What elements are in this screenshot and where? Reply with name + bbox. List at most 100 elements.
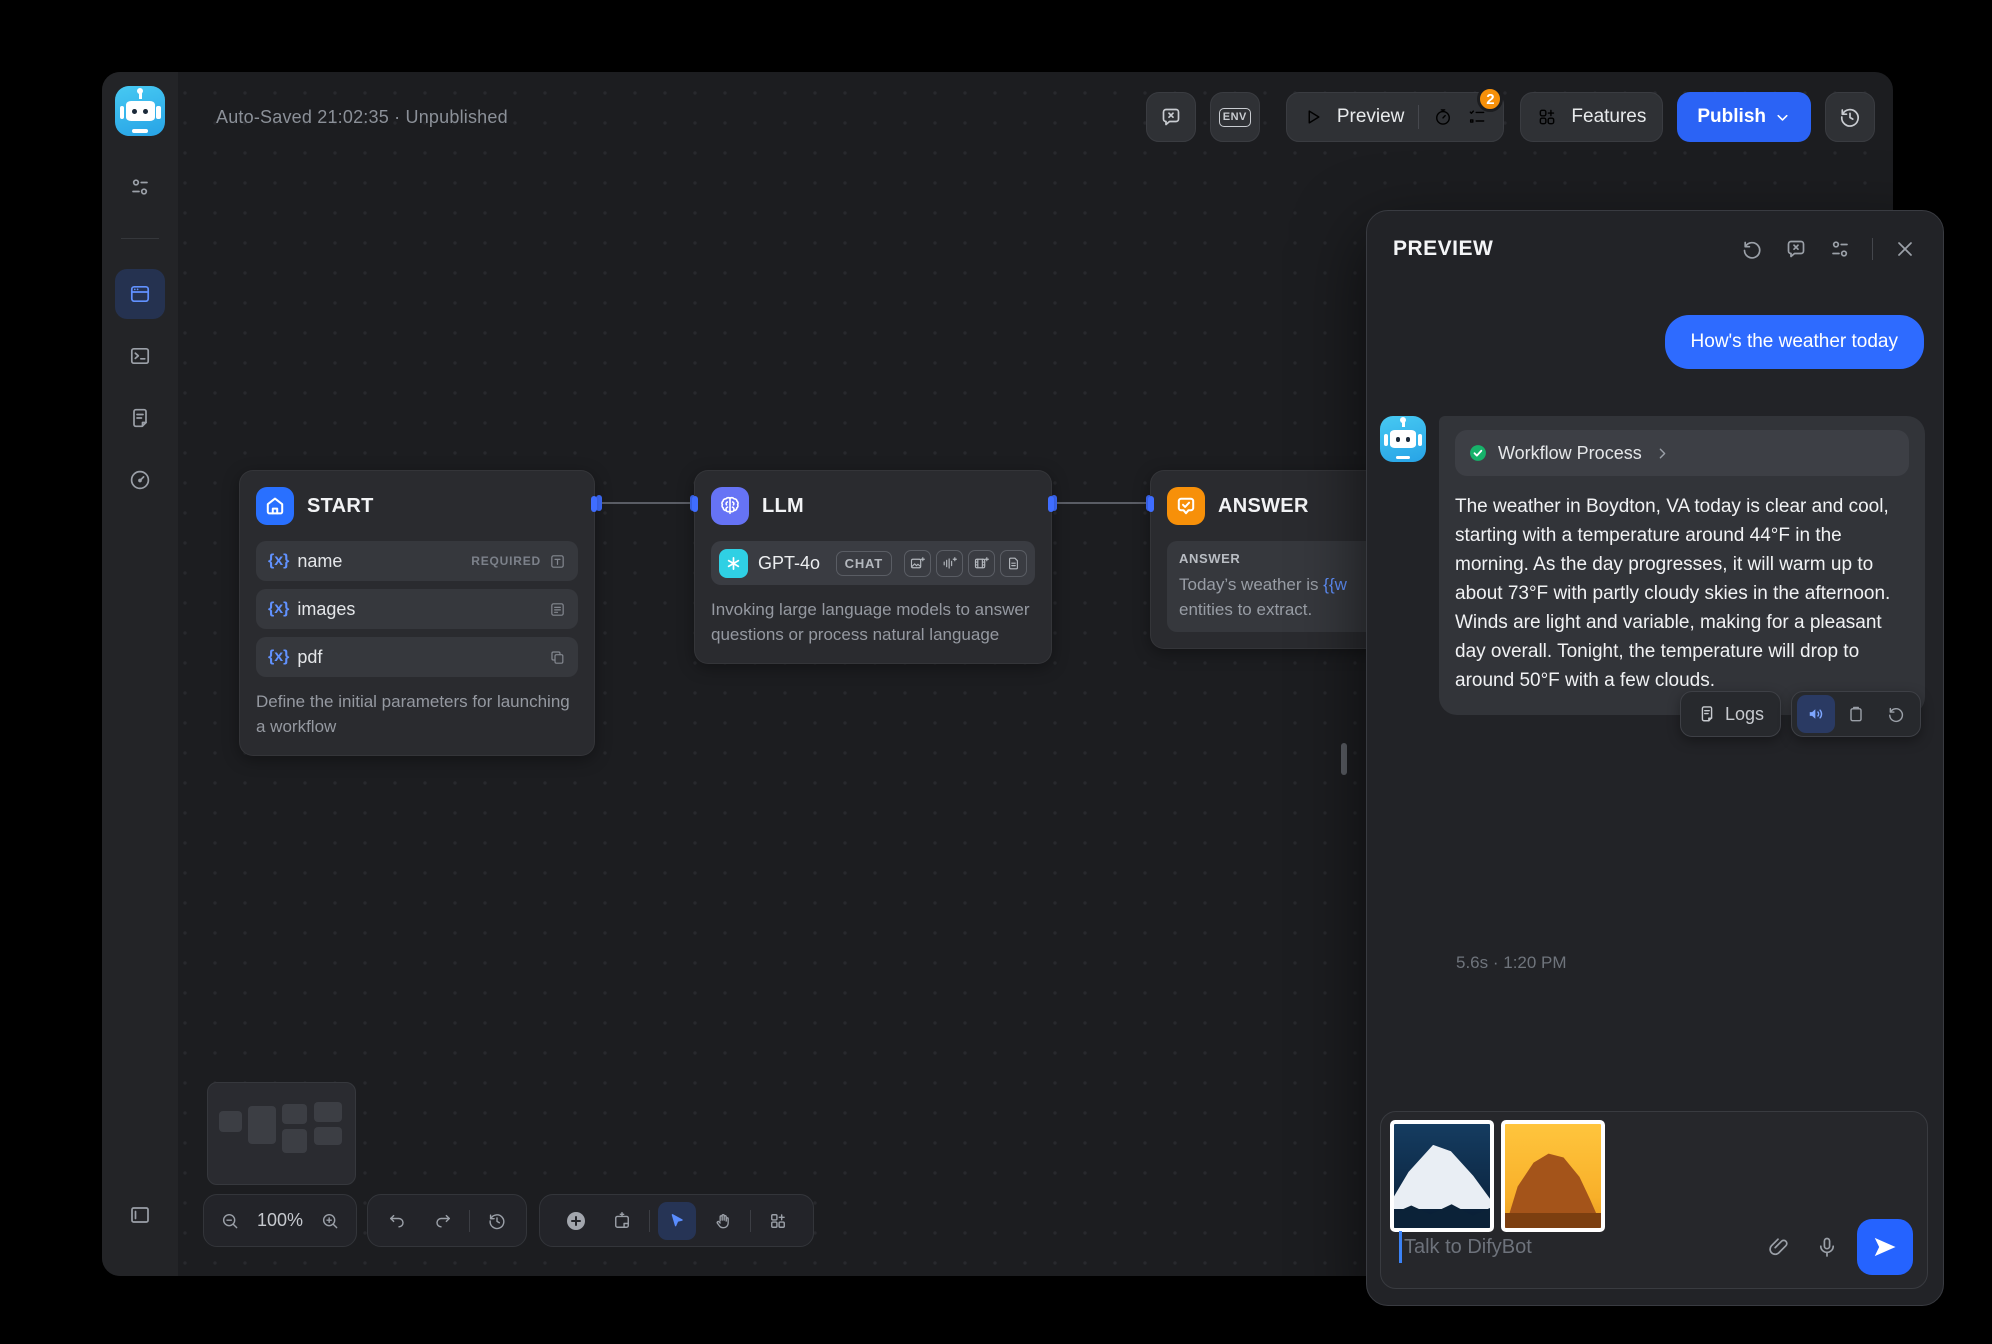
- top-bar: Auto-Saved 21:02:35 · Unpublished ENV Pr…: [196, 91, 1875, 143]
- difybot-logo-icon: [115, 86, 165, 136]
- attach-file-button[interactable]: [1767, 1235, 1791, 1259]
- attachment-image-sunset-mountain[interactable]: [1501, 1120, 1605, 1232]
- zoom-in-button[interactable]: [314, 1202, 346, 1240]
- annotation-button[interactable]: [1146, 92, 1196, 142]
- text-to-speech-button[interactable]: [1797, 695, 1835, 733]
- env-button[interactable]: ENV: [1210, 92, 1260, 142]
- microphone-button[interactable]: [1815, 1235, 1839, 1259]
- node-start[interactable]: START {x} name REQUIRED {x} images: [239, 470, 595, 756]
- vision-capability-icon: [904, 550, 931, 577]
- divider: [1418, 105, 1419, 129]
- change-history-button[interactable]: [478, 1202, 516, 1240]
- panel-resize-handle[interactable]: [1341, 743, 1347, 775]
- sliders-icon: [128, 175, 152, 199]
- chevron-right-icon: [1654, 445, 1671, 462]
- version-history-button[interactable]: [1825, 92, 1875, 142]
- edge-llm-answer: [1053, 502, 1150, 504]
- node-llm[interactable]: LLM GPT-4o CHAT: [694, 470, 1052, 664]
- node-description: Invoking large language models to answer…: [711, 597, 1035, 647]
- clear-chat-icon[interactable]: [1784, 237, 1808, 261]
- close-panel-icon[interactable]: [1893, 237, 1917, 261]
- sidebar-item-logs[interactable]: [115, 393, 165, 443]
- hand-mode-button[interactable]: [704, 1202, 742, 1240]
- chat-input-container: [1380, 1111, 1928, 1289]
- add-note-button[interactable]: [603, 1202, 641, 1240]
- checklist-button[interactable]: 2: [1467, 107, 1487, 127]
- zoom-out-button[interactable]: [214, 1202, 246, 1240]
- sidebar-item-api[interactable]: [115, 331, 165, 381]
- send-button[interactable]: [1857, 1219, 1913, 1275]
- node-title: LLM: [762, 495, 804, 518]
- video-capability-icon: [968, 550, 995, 577]
- message-actions: Logs: [1680, 691, 1921, 737]
- chat-mode-badge: CHAT: [836, 551, 892, 576]
- publish-button[interactable]: Publish: [1677, 92, 1811, 142]
- sidebar-item-orchestrate[interactable]: [115, 269, 165, 319]
- preview-panel-header: PREVIEW: [1367, 211, 1943, 279]
- env-icon: ENV: [1219, 108, 1251, 127]
- tools-toolbar: [539, 1194, 814, 1247]
- variable-icon: {x}: [268, 648, 289, 666]
- variable-icon: {x}: [268, 600, 289, 618]
- sidebar-item-monitoring[interactable]: [115, 455, 165, 505]
- logs-label: Logs: [1725, 704, 1764, 725]
- audio-capability-icon: [936, 550, 963, 577]
- success-check-icon: [1468, 443, 1488, 463]
- brain-icon: [711, 487, 749, 525]
- terminal-icon: [128, 344, 152, 368]
- start-field-name[interactable]: {x} name REQUIRED: [256, 541, 578, 581]
- attachment-image-night-mountain[interactable]: [1390, 1120, 1494, 1232]
- zoom-level[interactable]: 100%: [254, 1210, 306, 1231]
- sidebar-divider: [121, 238, 159, 239]
- node-title: START: [307, 495, 374, 518]
- source-handle[interactable]: [591, 496, 597, 512]
- run-history-timer-icon[interactable]: [1433, 107, 1453, 127]
- features-button[interactable]: Features: [1520, 92, 1663, 142]
- undo-button[interactable]: [378, 1202, 416, 1240]
- preview-title: PREVIEW: [1393, 237, 1493, 261]
- play-icon[interactable]: [1303, 107, 1323, 127]
- chevron-down-icon: [1774, 109, 1791, 126]
- node-llm-header: LLM: [711, 487, 1035, 525]
- chat-input-row: [1399, 1219, 1913, 1275]
- node-description: Define the initial parameters for launch…: [256, 689, 578, 739]
- chat-text-input[interactable]: [1404, 1236, 1767, 1259]
- zoom-toolbar: 100%: [203, 1194, 357, 1247]
- regenerate-button[interactable]: [1877, 695, 1915, 733]
- text-input-type-icon: [549, 553, 566, 570]
- restart-conversation-icon[interactable]: [1740, 237, 1764, 261]
- start-field-images[interactable]: {x} images: [256, 589, 578, 629]
- document-icon: [128, 406, 152, 430]
- source-handle[interactable]: [1048, 496, 1054, 512]
- chat-x-icon: [1159, 105, 1183, 129]
- field-label: pdf: [297, 647, 322, 668]
- copy-button[interactable]: [1837, 695, 1875, 733]
- user-message-bubble: How's the weather today: [1665, 315, 1924, 369]
- panel-settings-icon[interactable]: [1828, 237, 1852, 261]
- collapse-sidebar-button[interactable]: [115, 1190, 165, 1240]
- start-field-pdf[interactable]: {x} pdf: [256, 637, 578, 677]
- logs-icon: [1697, 704, 1717, 724]
- target-handle[interactable]: [1148, 496, 1154, 512]
- screen: Auto-Saved 21:02:35 · Unpublished ENV Pr…: [0, 0, 1992, 1344]
- logs-button[interactable]: Logs: [1680, 691, 1781, 737]
- history-toolbar: [367, 1194, 527, 1247]
- text-cursor: [1399, 1231, 1402, 1263]
- llm-model-selector[interactable]: GPT-4o CHAT: [711, 541, 1035, 585]
- app-logo[interactable]: [115, 86, 165, 136]
- collapse-panel-icon: [128, 1203, 152, 1227]
- sidebar-item-settings[interactable]: [115, 162, 165, 212]
- bot-avatar: [1380, 416, 1426, 462]
- attached-images: [1390, 1120, 1605, 1232]
- auto-layout-button[interactable]: [759, 1202, 797, 1240]
- pointer-mode-button[interactable]: [658, 1202, 696, 1240]
- field-label: name: [297, 551, 342, 572]
- preview-run-label[interactable]: Preview: [1337, 106, 1405, 128]
- minimap[interactable]: [207, 1082, 356, 1185]
- message-tools-group: [1791, 691, 1921, 737]
- add-node-button[interactable]: [557, 1202, 595, 1240]
- target-handle[interactable]: [692, 496, 698, 512]
- workflow-process-toggle[interactable]: Workflow Process: [1455, 430, 1909, 476]
- gauge-icon: [128, 468, 152, 492]
- redo-button[interactable]: [424, 1202, 462, 1240]
